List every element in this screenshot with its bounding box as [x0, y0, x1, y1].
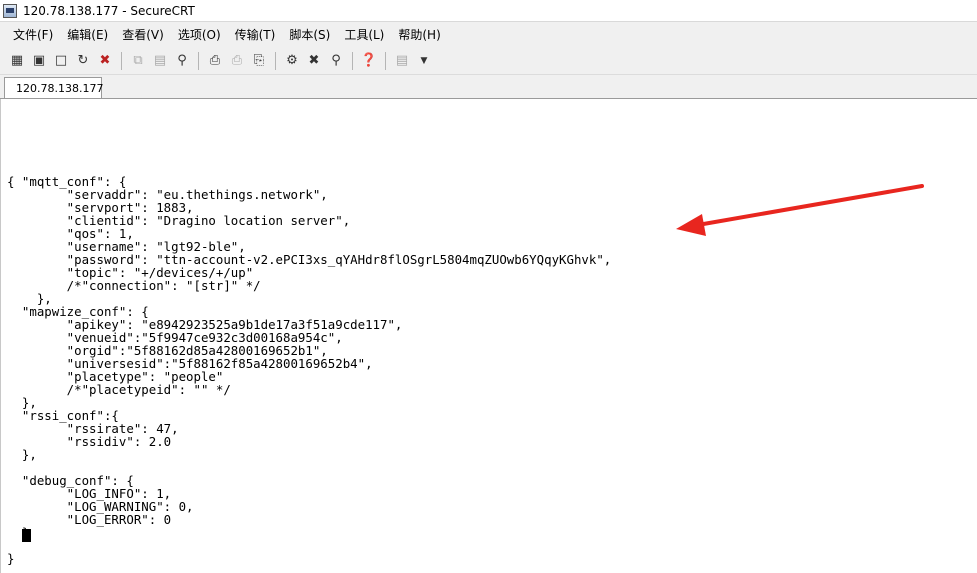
session-options-icon[interactable]: ⚙ [283, 52, 301, 70]
disconnect-icon[interactable]: ✖ [96, 52, 114, 70]
toolbar-separator [352, 51, 353, 70]
customize-toolbar-icon[interactable]: ▤ [393, 52, 411, 70]
window-title: 120.78.138.177 - SecureCRT [23, 3, 195, 18]
menu-edit[interactable]: 编辑(E) [60, 24, 115, 45]
find-icon[interactable]: ⚲ [173, 52, 191, 70]
print-selection-icon[interactable]: ⎙ [228, 52, 246, 70]
menu-script[interactable]: 脚本(S) [282, 24, 337, 45]
menu-help[interactable]: 帮助(H) [391, 24, 447, 45]
menu-bar: 文件(F) 编辑(E) 查看(V) 选项(O) 传输(T) 脚本(S) 工具(L… [0, 22, 977, 46]
terminal-text: { "mqtt_conf": { "servaddr": "eu.thethin… [7, 175, 611, 565]
print-icon[interactable]: ⎙ [206, 52, 224, 70]
title-bar: 120.78.138.177 - SecureCRT [0, 0, 977, 22]
paste-icon[interactable]: ▤ [151, 52, 169, 70]
print-setup-icon[interactable]: ⎘ [250, 52, 268, 70]
terminal-cursor [22, 529, 31, 542]
terminal-view[interactable]: { "mqtt_conf": { "servaddr": "eu.thethin… [0, 99, 977, 573]
reconnect-icon[interactable]: ↻ [74, 52, 92, 70]
help-icon[interactable]: ❓ [360, 52, 378, 70]
menu-transfer[interactable]: 传输(T) [228, 24, 283, 45]
session-tab-bar: 120.78.138.177 [0, 75, 977, 99]
menu-view[interactable]: 查看(V) [115, 24, 171, 45]
securecrt-app-icon[interactable] [3, 3, 17, 18]
connect-icon[interactable]: ▦ [8, 52, 26, 70]
menu-options[interactable]: 选项(O) [171, 24, 228, 45]
quick-connect-icon[interactable]: ▣ [30, 52, 48, 70]
menu-file[interactable]: 文件(F) [6, 24, 60, 45]
connect-in-tab-icon[interactable]: □ [52, 52, 70, 70]
toolbar-separator [198, 51, 199, 70]
terminal-line: } [7, 551, 15, 566]
menu-tools[interactable]: 工具(L) [337, 24, 391, 45]
keymap-icon[interactable]: ⚲ [327, 52, 345, 70]
session-tab-label: 120.78.138.177 [16, 81, 104, 95]
toolbar-overflow-icon[interactable]: ▼ [415, 52, 433, 70]
toolbar-separator [121, 51, 122, 70]
toolbar-separator [275, 51, 276, 70]
terminal-line: /*"placetypeid": "" */ [7, 382, 231, 397]
toolbar: ▦ ▣ □ ↻ ✖ ⧉ ▤ ⚲ ⎙ ⎙ ⎘ ⚙ ✖ ⚲ ❓ ▤ ▼ [0, 47, 977, 75]
copy-icon[interactable]: ⧉ [129, 52, 147, 70]
global-options-icon[interactable]: ✖ [305, 52, 323, 70]
toolbar-separator [385, 51, 386, 70]
session-tab[interactable]: 120.78.138.177 [4, 77, 104, 98]
terminal-line: "LOG_ERROR": 0 [7, 512, 172, 527]
terminal-line: }, [7, 447, 37, 462]
